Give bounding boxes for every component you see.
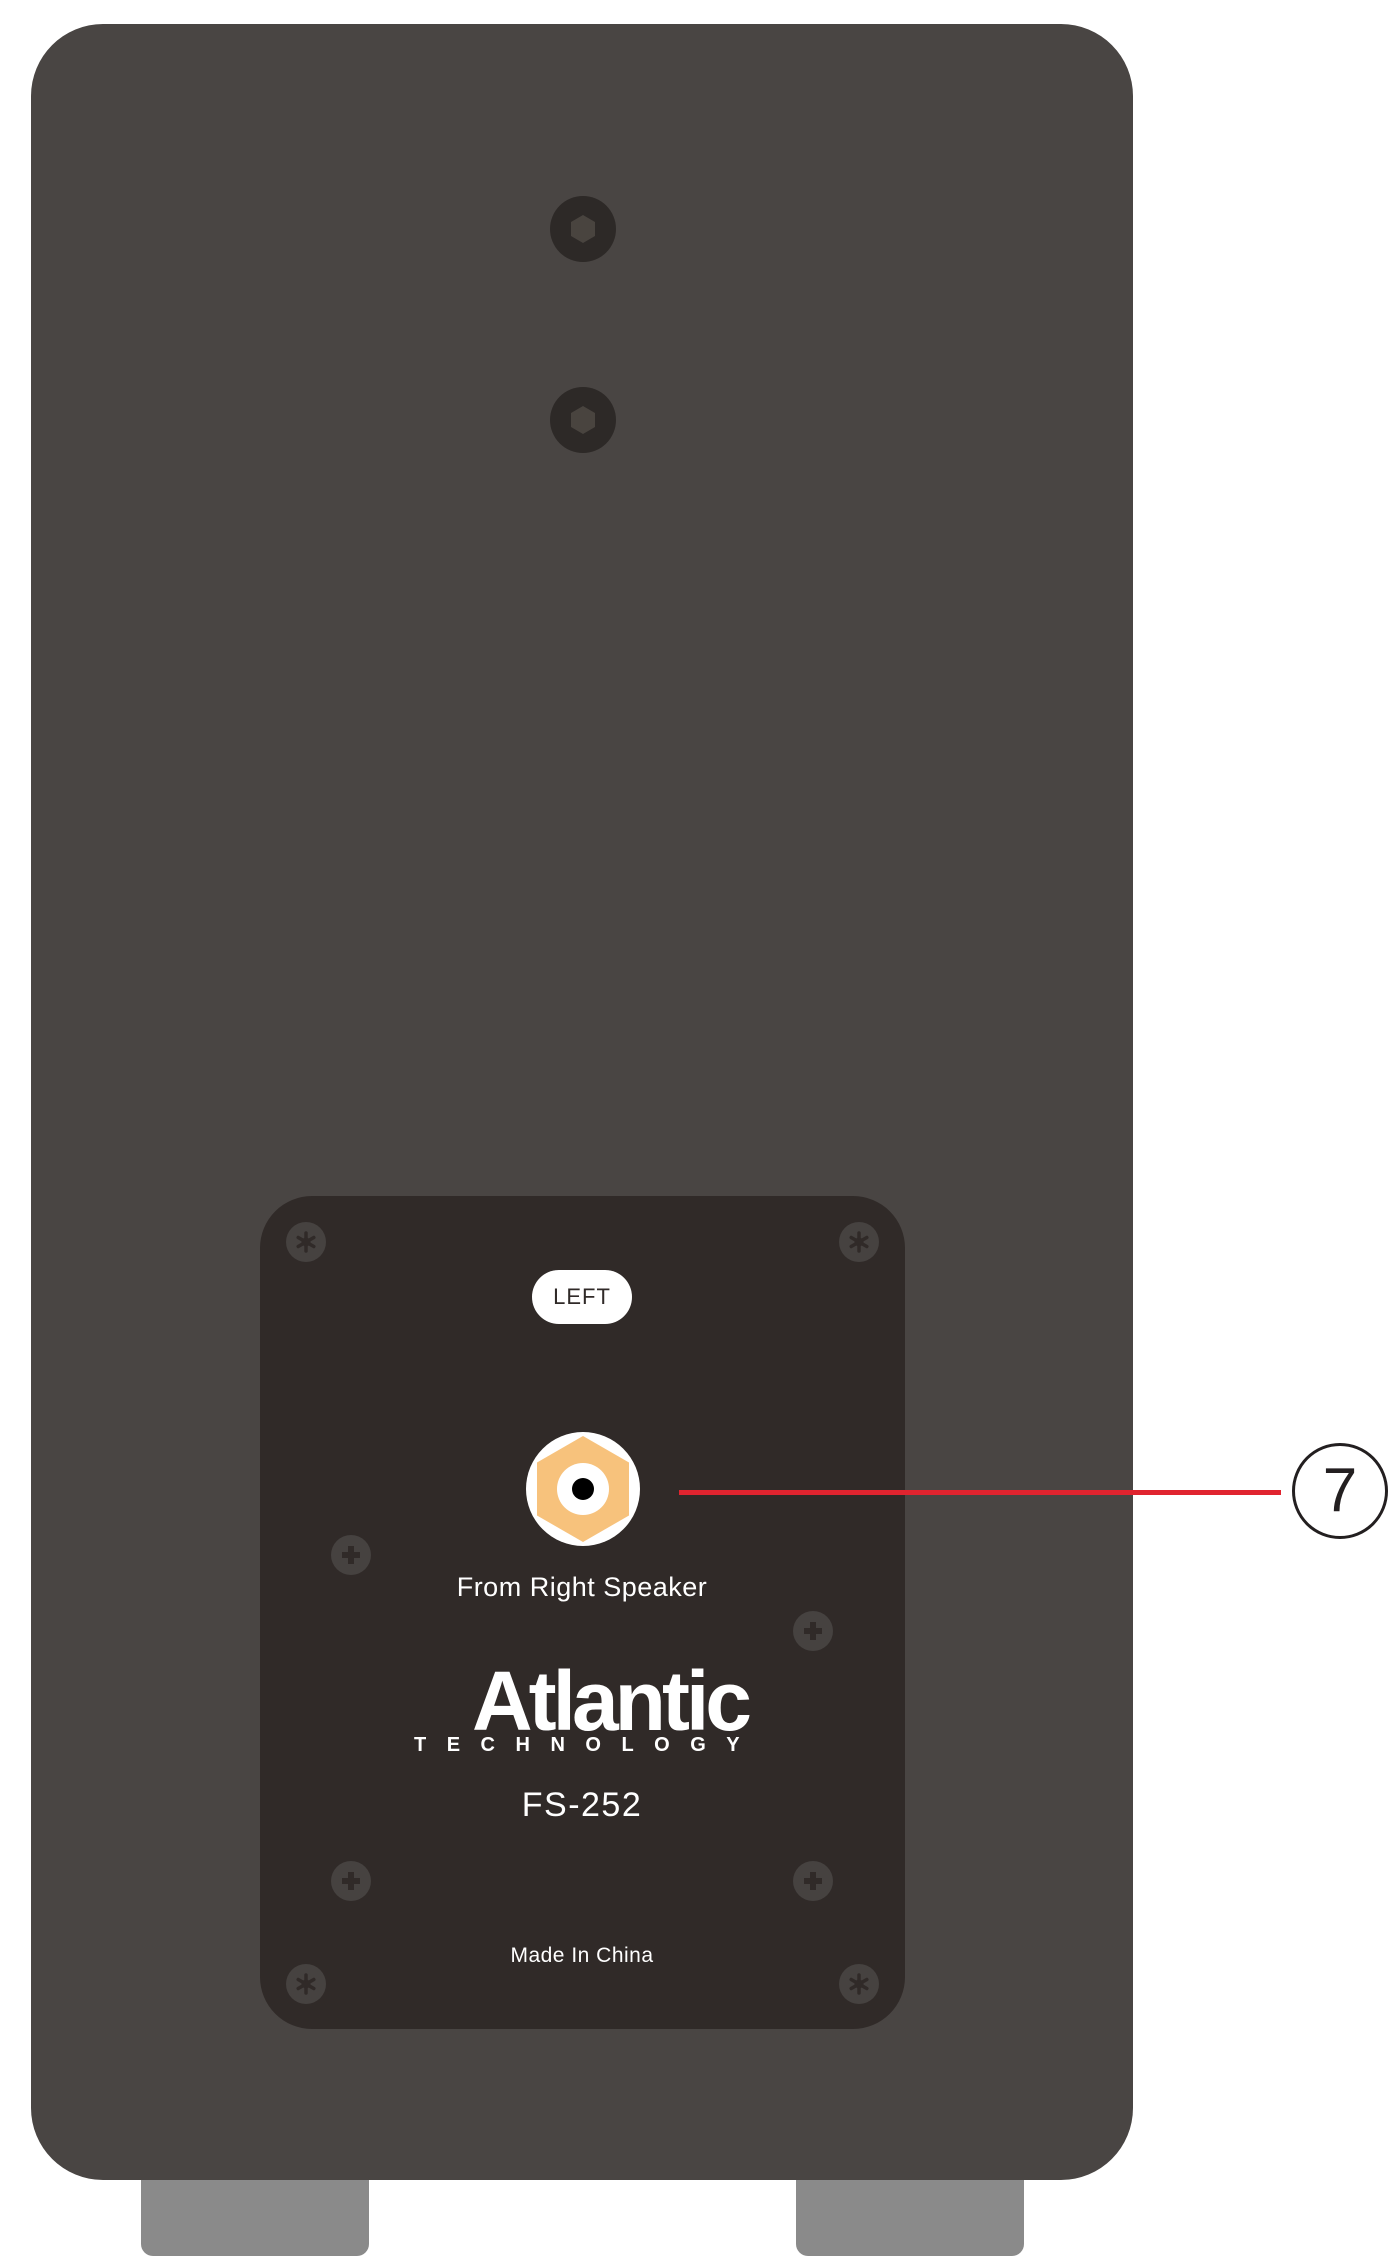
- hex-mount-hole-icon: [550, 387, 616, 453]
- callout-number: 7: [1292, 1443, 1388, 1539]
- atlantic-technology-logo: Atlantic TECHNOLOGY: [412, 1658, 752, 1760]
- torx-screw-icon: [839, 1222, 879, 1262]
- logo-wordmark: Atlantic: [472, 1658, 750, 1738]
- torx-screw-icon: [839, 1964, 879, 2004]
- phillips-screw-icon: [331, 1535, 371, 1575]
- callout-leader-line: [679, 1490, 1281, 1495]
- channel-label: LEFT: [532, 1270, 632, 1324]
- phillips-screw-icon: [793, 1611, 833, 1651]
- rca-jack-icon: [537, 1436, 629, 1542]
- torx-screw-icon: [286, 1964, 326, 2004]
- hex-mount-hole-icon: [550, 196, 616, 262]
- torx-screw-icon: [286, 1222, 326, 1262]
- phillips-screw-icon: [331, 1861, 371, 1901]
- right-foot: [796, 2176, 1024, 2256]
- country-of-origin: Made In China: [510, 1944, 654, 1967]
- rca-input-jack[interactable]: [526, 1432, 640, 1546]
- model-number: FS-252: [521, 1786, 643, 1824]
- logo-subtitle: TECHNOLOGY: [414, 1734, 761, 1756]
- phillips-screw-icon: [793, 1861, 833, 1901]
- input-description: From Right Speaker: [456, 1572, 708, 1602]
- left-foot: [141, 2176, 369, 2256]
